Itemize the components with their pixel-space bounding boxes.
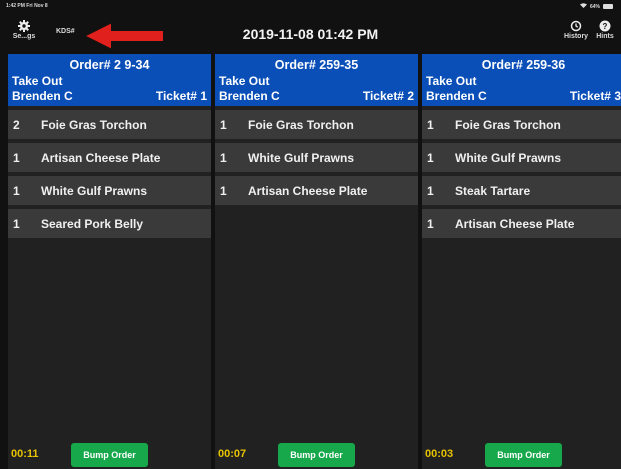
history-label: History	[563, 33, 589, 40]
order-timer: 00:03	[425, 448, 454, 460]
status-right: 64%	[579, 3, 613, 10]
help-icon: ?	[594, 20, 616, 32]
item-name: Artisan Cheese Plate	[41, 151, 161, 165]
item-quantity: 1	[427, 217, 434, 231]
item-name: Foie Gras Torchon	[41, 118, 147, 132]
order-header: Order# 259-36 Take Out Brenden C Ticket#…	[422, 54, 621, 106]
item-name: Artisan Cheese Plate	[248, 184, 368, 198]
order-number: Order# 259-36	[481, 58, 566, 72]
current-datetime: 2019-11-08 01:42 PM	[242, 26, 379, 42]
order-timer: 00:11	[11, 448, 39, 460]
item-quantity: 2	[13, 118, 20, 132]
order-item[interactable]: 1 White Gulf Prawns	[422, 143, 621, 172]
bump-order-button[interactable]: Bump Order	[485, 443, 562, 467]
item-quantity: 1	[427, 184, 434, 198]
order-footer: 00:11 Bump Order	[8, 441, 211, 469]
order-item[interactable]: 2 Foie Gras Torchon	[8, 110, 211, 139]
order-item[interactable]: 1 White Gulf Prawns	[215, 143, 418, 172]
item-name: Foie Gras Torchon	[248, 118, 354, 132]
order-footer: 00:03 Bump Order	[422, 441, 621, 469]
hints-button[interactable]: ? Hints	[594, 20, 616, 40]
order-item[interactable]: 1 Artisan Cheese Plate	[215, 176, 418, 205]
order-ticket-card[interactable]: Order# 259-35 Take Out Brenden C Ticket#…	[215, 54, 418, 469]
order-item[interactable]: 1 Artisan Cheese Plate	[8, 143, 211, 172]
order-number: Order# 259-35	[274, 58, 359, 72]
status-time: 1:42 PM Fri Nov 8	[6, 3, 48, 9]
status-bar: 1:42 PM Fri Nov 8 64%	[0, 0, 621, 14]
item-quantity: 1	[427, 151, 434, 165]
ticket-number: Ticket# 3	[569, 89, 621, 103]
hints-label: Hints	[596, 33, 614, 40]
battery-icon	[603, 4, 613, 9]
server-name: Brenden C	[219, 89, 280, 103]
svg-text:?: ?	[603, 22, 608, 31]
history-button[interactable]: History	[559, 20, 593, 40]
item-name: White Gulf Prawns	[248, 151, 355, 165]
bump-order-button[interactable]: Bump Order	[71, 443, 148, 467]
order-header: Order# 259-35 Take Out Brenden C Ticket#…	[215, 54, 418, 106]
order-number: Order# 2 9-34	[69, 58, 150, 72]
order-type: Take Out	[426, 74, 477, 88]
item-name: White Gulf Prawns	[41, 184, 148, 198]
history-clock-icon	[559, 20, 593, 32]
item-quantity: 1	[220, 118, 227, 132]
order-header: Order# 2 9-34 Take Out Brenden C Ticket#…	[8, 54, 211, 106]
ticket-number: Ticket# 2	[362, 89, 414, 103]
order-item[interactable]: 1 White Gulf Prawns	[8, 176, 211, 205]
item-quantity: 1	[220, 184, 227, 198]
item-quantity: 1	[13, 151, 20, 165]
order-ticket-card[interactable]: Order# 259-36 Take Out Brenden C Ticket#…	[422, 54, 621, 469]
order-type: Take Out	[12, 74, 63, 88]
item-quantity: 1	[13, 217, 20, 231]
item-name: Foie Gras Torchon	[455, 118, 561, 132]
bump-order-button[interactable]: Bump Order	[278, 443, 355, 467]
order-item[interactable]: 1 Seared Pork Belly	[8, 209, 211, 238]
order-timer: 00:07	[218, 448, 247, 460]
battery-percent: 64%	[589, 3, 600, 10]
item-name: White Gulf Prawns	[455, 151, 562, 165]
order-item[interactable]: 1 Foie Gras Torchon	[422, 110, 621, 139]
order-footer: 00:07 Bump Order	[215, 441, 418, 469]
order-item[interactable]: 1 Foie Gras Torchon	[215, 110, 418, 139]
order-type: Take Out	[219, 74, 270, 88]
order-ticket-card[interactable]: Order# 2 9-34 Take Out Brenden C Ticket#…	[8, 54, 211, 469]
item-quantity: 1	[220, 151, 227, 165]
app-header: Se...gs KDS# 2019-11-08 01:42 PM History	[0, 14, 621, 52]
item-quantity: 1	[13, 184, 20, 198]
order-item[interactable]: 1 Steak Tartare	[422, 176, 621, 205]
wifi-icon	[579, 3, 587, 10]
item-name: Seared Pork Belly	[41, 217, 144, 231]
item-name: Artisan Cheese Plate	[455, 217, 575, 231]
order-item[interactable]: 1 Artisan Cheese Plate	[422, 209, 621, 238]
ticket-number: Ticket# 1	[155, 89, 207, 103]
item-name: Steak Tartare	[455, 184, 531, 198]
kds-screen: 1:42 PM Fri Nov 8 64% Se...gs KDS# 2019-…	[0, 0, 621, 469]
item-quantity: 1	[427, 118, 434, 132]
server-name: Brenden C	[12, 89, 73, 103]
server-name: Brenden C	[426, 89, 487, 103]
